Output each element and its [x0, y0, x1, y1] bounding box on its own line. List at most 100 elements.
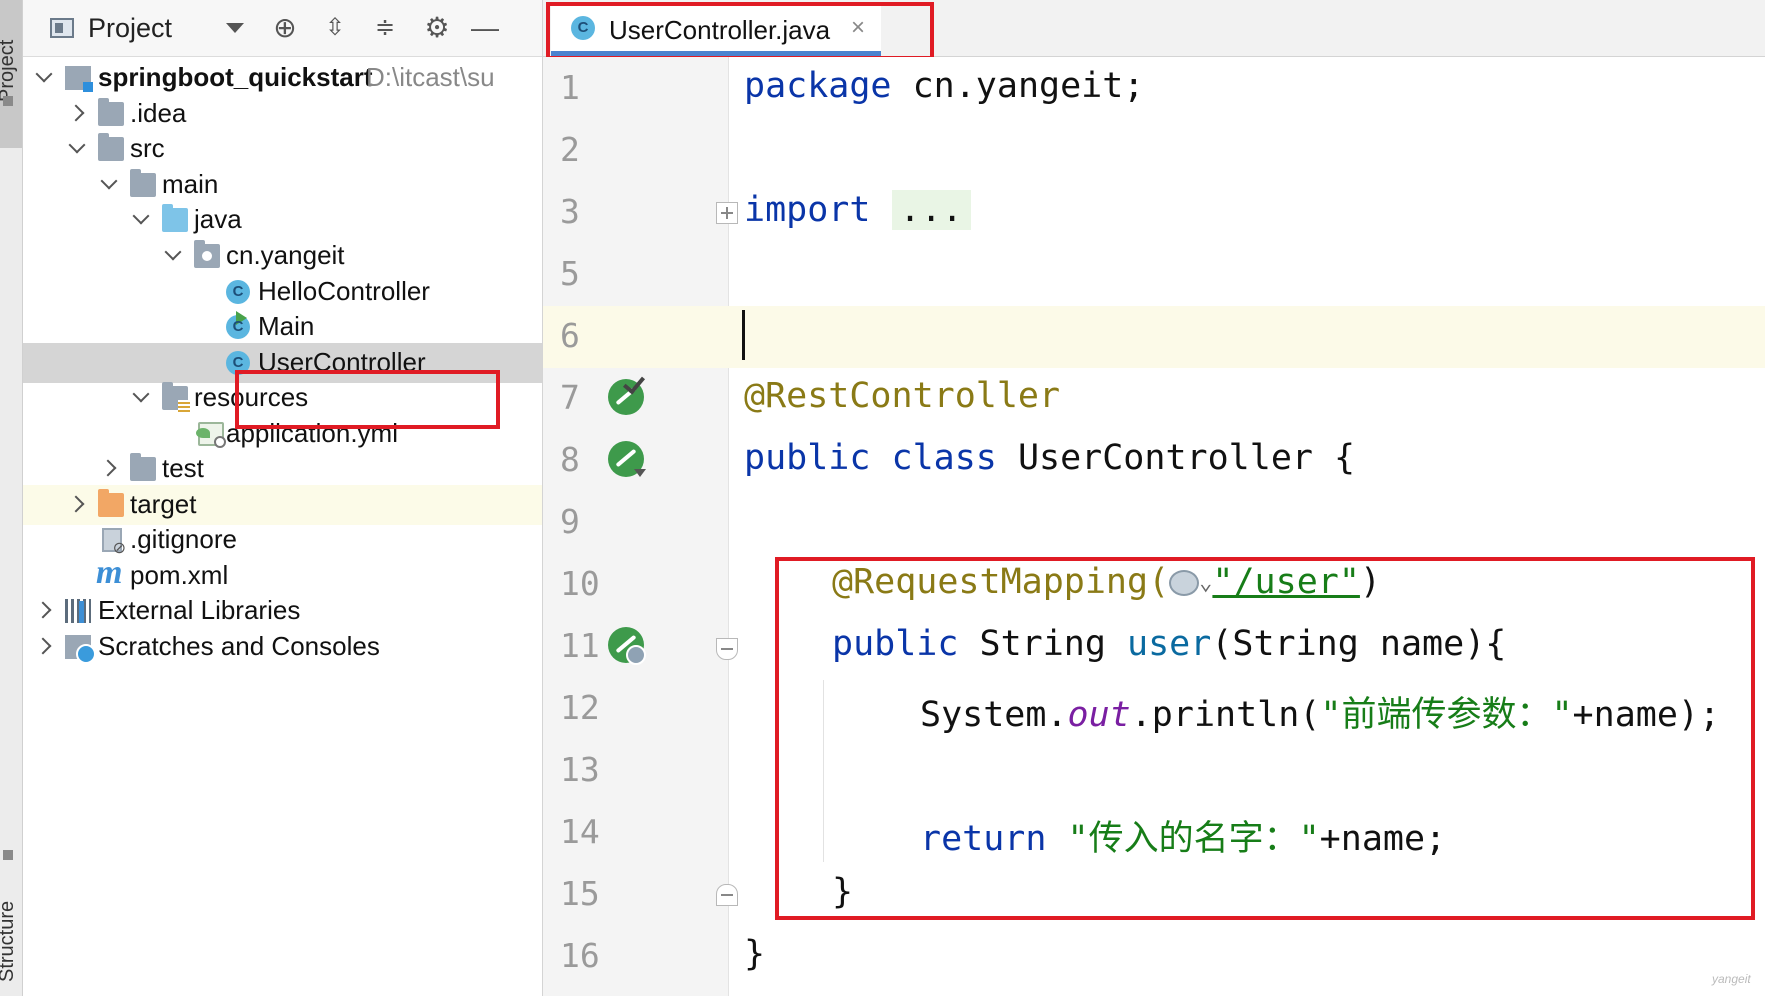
tree-item-label: java [194, 204, 242, 234]
tree-item-label: src [130, 133, 165, 163]
tree-item-resources[interactable]: resources [23, 378, 542, 418]
chevron-right-icon[interactable] [68, 493, 88, 513]
tree-item-label: pom.xml [130, 560, 229, 590]
code-token[interactable]: "/user" [1212, 562, 1360, 602]
code-token: public [744, 438, 871, 478]
tree-item-main-class[interactable]: Main [23, 307, 542, 347]
gear-icon[interactable]: ⚙ [421, 12, 453, 44]
chevron-right-icon[interactable] [35, 599, 55, 619]
tree-item-package[interactable]: cn.yangeit [23, 236, 542, 276]
folder-icon [130, 169, 156, 197]
chevron-down-icon[interactable] [100, 173, 120, 193]
minimize-icon[interactable]: — [469, 12, 501, 44]
line-number: 13 [560, 750, 600, 789]
folder-icon [130, 453, 156, 481]
package-icon [194, 240, 220, 268]
collapse-all-icon[interactable]: ≑ [369, 12, 401, 44]
code-token: .println( [1130, 695, 1321, 735]
code-token: "前端传参数：" [1320, 695, 1573, 735]
code-token: cn.yangeit; [891, 66, 1145, 106]
tree-item-src[interactable]: src [23, 129, 542, 169]
scratches-icon [65, 635, 96, 664]
folder-icon [98, 98, 124, 126]
expand-all-icon[interactable]: ⇳ [319, 12, 351, 44]
spring-bean-icon[interactable] [608, 441, 646, 477]
tree-item-application-yml[interactable]: application.yml [23, 414, 542, 454]
collapse-fold-icon[interactable] [716, 884, 738, 906]
chevron-down-icon[interactable] [68, 137, 88, 157]
code-line-12: System.out.println("前端传参数："+name); [920, 686, 1720, 737]
project-tool-tab[interactable]: Project [0, 0, 22, 148]
tree-item-idea[interactable]: .idea [23, 94, 542, 134]
ignored-file-icon [102, 528, 126, 558]
tree-item-label: cn.yangeit [226, 240, 345, 270]
code-token: public [832, 624, 959, 664]
chevron-right-icon[interactable] [68, 102, 88, 122]
excluded-folder-icon [98, 489, 124, 517]
current-line-highlight [543, 306, 1765, 368]
chevron-down-icon[interactable]: ⌄ [1199, 571, 1212, 596]
chevron-down-icon[interactable] [132, 208, 152, 228]
spring-bean-icon[interactable] [608, 379, 644, 415]
tree-item-pom[interactable]: pom.xml [23, 554, 542, 596]
resources-folder-icon [162, 382, 190, 412]
tree-item-hellocontroller[interactable]: HelloController [23, 272, 542, 312]
close-icon[interactable]: × [851, 14, 865, 42]
line-number: 14 [560, 812, 600, 851]
collapse-fold-icon[interactable] [716, 638, 738, 660]
editor-tab-bar: UserController.java × [543, 0, 1765, 57]
code-line-11: public String user(String name){ [832, 624, 1506, 664]
request-mapping-icon[interactable] [608, 627, 646, 665]
tree-item-label: application.yml [226, 418, 398, 448]
code-token: "传入的名字：" [1067, 819, 1320, 859]
structure-tab-icon [3, 850, 13, 860]
line-number: 5 [560, 254, 580, 293]
code-line-15: } [832, 872, 854, 912]
maven-icon [96, 554, 130, 592]
watermark: yangeit [1712, 972, 1751, 986]
main-class-icon [226, 311, 250, 339]
tree-item-label: UserController [258, 347, 426, 377]
project-panel-header: Project ⊕ ⇳ ≑ ⚙ — [23, 0, 542, 57]
tree-item-label: main [162, 169, 219, 199]
tree-item-main[interactable]: main [23, 165, 542, 205]
project-view-title[interactable]: Project [88, 13, 172, 44]
tree-item-label: target [130, 489, 197, 519]
line-number: 3 [560, 192, 580, 231]
chevron-down-icon[interactable] [132, 386, 152, 406]
chevron-right-icon[interactable] [35, 635, 55, 655]
tree-item-usercontroller[interactable]: UserController [23, 343, 542, 383]
tree-item-test[interactable]: test [23, 449, 542, 489]
chevron-down-icon[interactable] [226, 23, 244, 33]
code-token: class [891, 438, 997, 478]
line-number: 16 [560, 936, 600, 975]
folder-icon [98, 133, 124, 161]
class-icon [226, 280, 250, 304]
code-line-14: return "传入的名字："+name; [920, 810, 1446, 861]
tree-item-label: HelloController [258, 276, 430, 306]
tree-item-module[interactable]: springboot_quickstart D:\itcast\su [23, 58, 542, 98]
code-line-16: } [744, 934, 766, 974]
line-number: 6 [560, 316, 580, 355]
expand-fold-icon[interactable] [716, 202, 738, 224]
class-icon [226, 351, 250, 375]
code-token: @RequestMapping( [832, 562, 1170, 602]
tree-item-label: springboot_quickstart [98, 62, 373, 92]
chevron-down-icon[interactable] [35, 66, 55, 86]
tree-item-scratches[interactable]: Scratches and Consoles [23, 627, 542, 667]
code-token: String [979, 624, 1106, 664]
globe-icon[interactable] [1169, 570, 1200, 596]
tree-item-external-libraries[interactable]: External Libraries [23, 591, 542, 631]
project-panel: Project ⊕ ⇳ ≑ ⚙ — springboot_quickstart … [23, 0, 543, 996]
folded-imports[interactable]: ... [891, 190, 971, 230]
tab-usercontroller-java[interactable]: UserController.java × [551, 4, 881, 56]
chevron-down-icon[interactable] [164, 244, 184, 264]
chevron-right-icon[interactable] [100, 457, 120, 477]
module-path: D:\itcast\su [366, 62, 495, 92]
tree-item-target[interactable]: target [23, 485, 542, 525]
tree-item-java[interactable]: java [23, 200, 542, 240]
line-number: 15 [560, 874, 600, 913]
tree-item-label: test [162, 453, 204, 483]
tree-item-label: .idea [130, 98, 187, 128]
target-icon[interactable]: ⊕ [269, 12, 301, 44]
